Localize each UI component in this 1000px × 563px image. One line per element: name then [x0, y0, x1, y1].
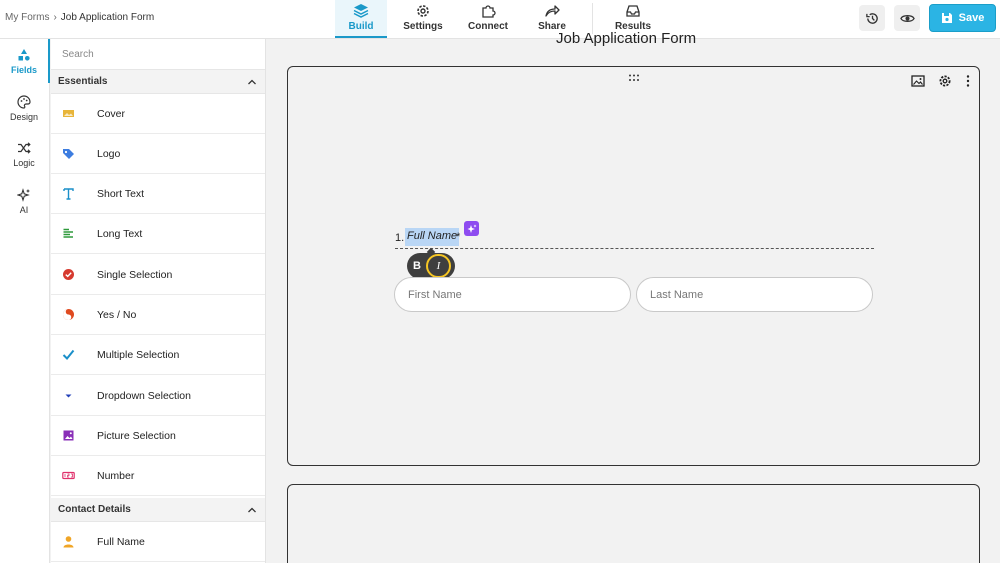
field-cover[interactable]: Cover: [51, 94, 265, 134]
next-question-card[interactable]: [287, 484, 980, 563]
history-button[interactable]: [859, 5, 885, 31]
tab-settings[interactable]: Settings: [400, 0, 446, 38]
section-contact-details-title: Contact Details: [58, 504, 131, 515]
caret-down-icon: [61, 389, 75, 403]
breadcrumb: My Forms › Job Application Form: [5, 12, 154, 23]
field-yes-no[interactable]: Yes / No: [51, 295, 265, 335]
section-essentials[interactable]: Essentials: [51, 70, 265, 94]
tab-build-label: Build: [348, 21, 374, 32]
card-settings-button[interactable]: [937, 73, 953, 89]
card-more-button[interactable]: [960, 73, 976, 89]
breadcrumb-current: Job Application Form: [60, 12, 155, 23]
field-logo-label: Logo: [97, 147, 121, 160]
yes-no-icon: [61, 308, 75, 322]
field-dropdown-selection-label: Dropdown Selection: [97, 389, 191, 402]
tag-icon: [61, 147, 75, 161]
history-icon: [865, 12, 878, 24]
layers-icon: [353, 4, 369, 18]
field-short-text-label: Short Text: [97, 187, 145, 200]
share-icon: [545, 5, 560, 17]
italic-button[interactable]: I: [426, 254, 451, 278]
tab-connect-label: Connect: [468, 21, 508, 32]
rail-design-label: Design: [9, 111, 38, 122]
picture-icon: [61, 429, 75, 443]
question-number: 1.: [395, 232, 405, 244]
paragraph-icon: [61, 227, 75, 241]
number-icon: [61, 469, 75, 483]
left-rail: Fields Design Logic AI: [0, 39, 50, 563]
eye-icon: [899, 14, 915, 22]
field-short-text[interactable]: Short Text: [51, 174, 265, 214]
last-name-field[interactable]: Last Name: [636, 277, 873, 312]
check-circle-icon: [61, 268, 75, 282]
field-single-selection[interactable]: Single Selection: [51, 255, 265, 295]
sparkle-icon: [17, 187, 30, 202]
field-full-name-label: Full Name: [97, 535, 145, 548]
required-mark: *: [456, 231, 461, 243]
inbox-icon: [626, 5, 640, 17]
field-multiple-selection-label: Multiple Selection: [97, 348, 180, 361]
search-input[interactable]: Search: [51, 39, 265, 70]
question-label[interactable]: Full Name: [405, 228, 460, 246]
save-button[interactable]: Save: [929, 4, 996, 32]
floppy-icon: [941, 13, 952, 23]
field-picture-selection[interactable]: Picture Selection: [51, 416, 265, 456]
rail-logic-label: Logic: [13, 157, 35, 168]
rail-logic[interactable]: Logic: [0, 132, 48, 176]
field-picture-selection-label: Picture Selection: [97, 429, 176, 442]
field-multiple-selection[interactable]: Multiple Selection: [51, 335, 265, 375]
first-name-field[interactable]: First Name: [394, 277, 631, 312]
text-icon: [61, 187, 75, 201]
more-vertical-icon: [966, 75, 970, 87]
palette-icon: [17, 94, 31, 109]
rail-fields[interactable]: Fields: [0, 39, 50, 83]
tab-connect[interactable]: Connect: [466, 0, 510, 38]
rail-ai[interactable]: AI: [0, 179, 48, 223]
ai-suggest-button[interactable]: [464, 221, 479, 236]
field-long-text[interactable]: Long Text: [51, 214, 265, 254]
field-logo[interactable]: Logo: [51, 134, 265, 174]
field-full-name[interactable]: Full Name: [51, 522, 265, 562]
rail-ai-label: AI: [19, 204, 29, 215]
shapes-icon: [18, 48, 30, 61]
label-underline: [395, 248, 874, 249]
field-dropdown-selection[interactable]: Dropdown Selection: [51, 376, 265, 416]
shuffle-icon: [18, 141, 31, 154]
save-label: Save: [958, 12, 985, 24]
breadcrumb-my-forms[interactable]: My Forms: [5, 12, 49, 23]
field-cover-label: Cover: [97, 107, 126, 120]
bold-button[interactable]: B: [413, 260, 421, 272]
breadcrumb-separator: ›: [53, 12, 57, 23]
form-title[interactable]: Job Application Form: [556, 30, 696, 47]
image-icon: [61, 107, 75, 121]
field-number[interactable]: Number: [51, 456, 265, 496]
tab-settings-label: Settings: [403, 21, 443, 32]
puzzle-icon: [482, 5, 496, 18]
sparkle-icon: [467, 224, 476, 233]
section-essentials-title: Essentials: [58, 76, 108, 87]
section-contact-details[interactable]: Contact Details: [51, 498, 265, 522]
checkmark-icon: [61, 348, 75, 362]
preview-button[interactable]: [894, 5, 920, 31]
tab-build[interactable]: Build: [335, 0, 387, 38]
field-yes-no-label: Yes / No: [97, 308, 137, 321]
chevron-up-icon: [248, 79, 256, 85]
rail-fields-label: Fields: [10, 64, 37, 75]
card-image-button[interactable]: [910, 73, 926, 89]
drag-handle-icon[interactable]: [628, 73, 640, 83]
field-single-selection-label: Single Selection: [97, 268, 173, 281]
fields-panel: Search Essentials Cover Logo Short Text …: [51, 39, 266, 563]
gear-icon: [939, 75, 951, 87]
field-long-text-label: Long Text: [97, 227, 143, 240]
chevron-up-icon: [248, 507, 256, 513]
question-card[interactable]: [287, 66, 980, 466]
rail-design[interactable]: Design: [0, 86, 48, 130]
top-bar: My Forms › Job Application Form Build Sett…: [0, 0, 1000, 39]
gear-icon: [417, 5, 429, 17]
field-number-label: Number: [97, 469, 135, 482]
person-icon: [61, 535, 75, 549]
image-icon: [911, 75, 925, 87]
